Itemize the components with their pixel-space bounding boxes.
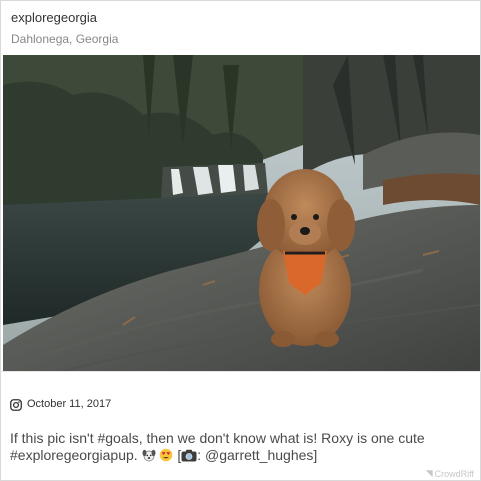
heart-eyes-icon (159, 448, 173, 466)
post-meta: October 11, 2017 (10, 397, 111, 411)
post-caption: If this pic isn't #goals, then we don't … (10, 430, 474, 466)
credit-suffix[interactable]: : @garrett_hughes] (197, 447, 317, 463)
brand-label: CrowdRiff (434, 468, 474, 479)
dog (257, 169, 355, 347)
divider (1, 371, 481, 372)
instagram-icon[interactable] (10, 398, 22, 411)
post-date: October 11, 2017 (27, 398, 112, 410)
camera-icon (181, 449, 197, 466)
post-photo[interactable] (3, 55, 480, 371)
crowdriff-brand: ◥ CrowdRiff (426, 468, 474, 479)
location[interactable]: Dahlonega, Georgia (11, 30, 118, 48)
username[interactable]: exploregeorgia (11, 9, 118, 27)
dog-face-icon (142, 448, 156, 466)
crowdriff-logo-icon: ◥ (425, 468, 433, 478)
post-header: exploregeorgia Dahlonega, Georgia (11, 9, 118, 48)
post-card: exploregeorgia Dahlonega, Georgia Octobe… (0, 0, 481, 481)
photo-illustration (3, 55, 480, 371)
